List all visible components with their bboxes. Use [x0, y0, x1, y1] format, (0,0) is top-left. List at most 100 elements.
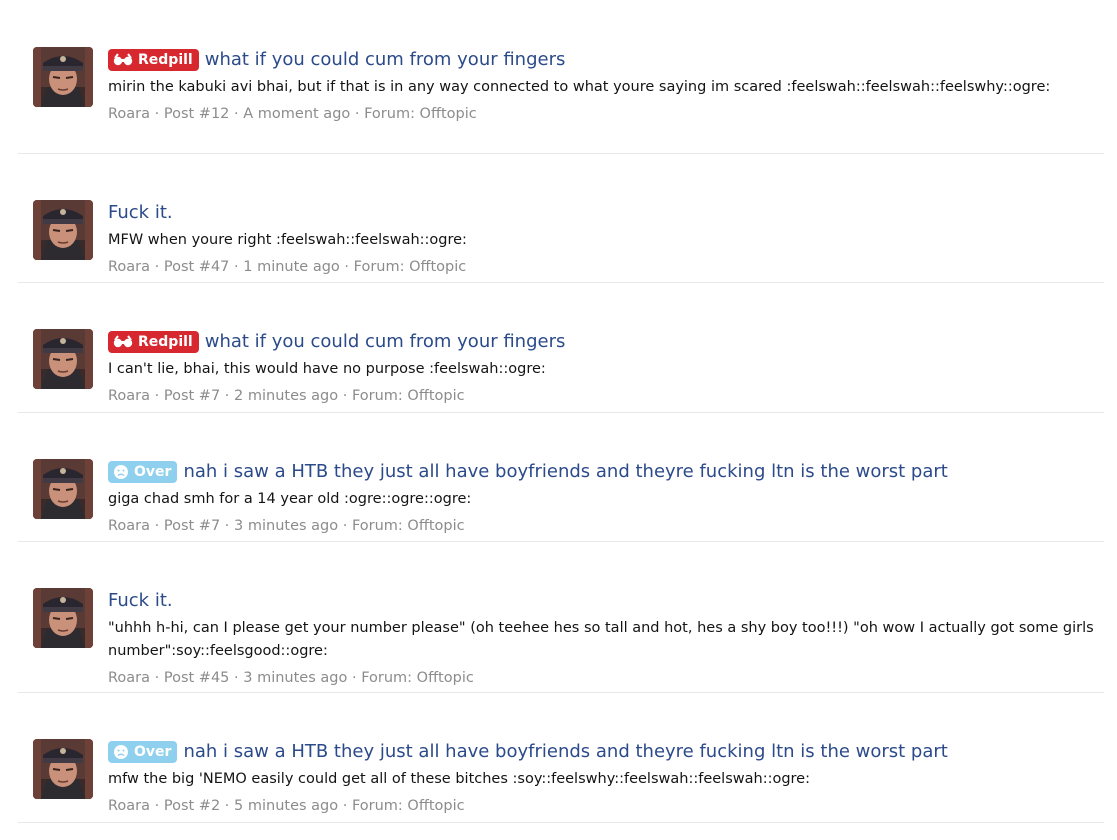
- sad-face-icon: [113, 464, 134, 480]
- post-number-link[interactable]: Post #7: [164, 518, 220, 534]
- result-title-line: Over nah i saw a HTB they just all have b…: [108, 459, 1094, 485]
- post-snippet: mfw the big 'NEMO easily could get all o…: [108, 771, 810, 787]
- search-result-item: Fuck it. "uhhh h-hi, can I please get you…: [18, 541, 1104, 693]
- avatar[interactable]: [33, 588, 93, 648]
- meta-separator: ·: [229, 106, 244, 122]
- thread-title-link[interactable]: what if you could cum from your fingers: [205, 47, 566, 73]
- search-result-item: Redpill what if you could cum from your f…: [18, 0, 1104, 154]
- result-content: Over nah i saw a HTB they just all have b…: [108, 459, 1094, 536]
- post-snippet: I can't lie, bhai, this would have no pu…: [108, 361, 546, 377]
- avatar-image: [33, 47, 93, 107]
- search-result-item: Fuck it.MFW when youre right :feelswah::…: [18, 153, 1104, 283]
- meta-separator: ·: [220, 798, 235, 814]
- result-title-line: Redpill what if you could cum from your f…: [108, 329, 1094, 355]
- glasses-icon: [113, 335, 138, 349]
- result-title-line: Over nah i saw a HTB they just all have b…: [108, 739, 1094, 765]
- meta-separator: ·: [338, 798, 352, 814]
- sad-face-icon: [113, 744, 134, 760]
- avatar[interactable]: [33, 329, 93, 389]
- prefix-badge[interactable]: Over: [108, 741, 178, 763]
- thread-title-link[interactable]: Fuck it.: [108, 200, 173, 226]
- result-meta: Roara · Post #7 · 3 minutes ago · Forum:…: [108, 516, 1094, 536]
- author-link[interactable]: Roara: [108, 670, 150, 686]
- thread-title-link[interactable]: nah i saw a HTB they just all have boyfr…: [183, 459, 947, 485]
- meta-separator: ·: [150, 518, 164, 534]
- thread-title-link[interactable]: Fuck it.: [108, 588, 173, 614]
- prefix-badge[interactable]: Over: [108, 461, 178, 483]
- forum-link[interactable]: Forum: Offtopic: [352, 798, 465, 814]
- post-snippet: "uhhh h-hi, can I please get your number…: [108, 620, 1094, 659]
- result-meta: Roara · Post #45 · 3 minutes ago · Forum…: [108, 668, 1094, 688]
- avatar[interactable]: [33, 459, 93, 519]
- meta-separator: ·: [229, 670, 244, 686]
- meta-separator: ·: [339, 259, 354, 275]
- avatar[interactable]: [33, 47, 93, 107]
- glasses-icon: [113, 53, 138, 67]
- author-link[interactable]: Roara: [108, 106, 150, 122]
- post-number-link[interactable]: Post #47: [164, 259, 230, 275]
- avatar-image: [33, 739, 93, 799]
- search-result-item: Redpill what if you could cum from your f…: [18, 282, 1104, 413]
- meta-separator: ·: [150, 388, 164, 404]
- result-content: Redpill what if you could cum from your f…: [108, 47, 1094, 124]
- meta-separator: ·: [220, 388, 235, 404]
- avatar-image: [33, 329, 93, 389]
- result-content: Over nah i saw a HTB they just all have b…: [108, 739, 1094, 816]
- meta-separator: ·: [150, 106, 164, 122]
- post-time: 3 minutes ago: [234, 518, 339, 534]
- result-meta: Roara · Post #2 · 5 minutes ago · Forum:…: [108, 796, 1094, 816]
- post-snippet: mirin the kabuki avi bhai, but if that i…: [108, 79, 1051, 95]
- result-content: Fuck it. "uhhh h-hi, can I please get you…: [108, 588, 1094, 688]
- search-result-item: Over nah i saw a HTB they just all have b…: [18, 692, 1104, 823]
- search-result-item: Over nah i saw a HTB they just all have b…: [18, 412, 1104, 542]
- meta-separator: ·: [347, 670, 362, 686]
- thread-title-link[interactable]: nah i saw a HTB they just all have boyfr…: [183, 739, 947, 765]
- prefix-badge[interactable]: Redpill: [108, 49, 199, 71]
- result-meta: Roara · Post #47 · 1 minute ago · Forum:…: [108, 257, 1094, 277]
- forum-link[interactable]: Forum: Offtopic: [361, 670, 474, 686]
- post-time: 5 minutes ago: [234, 798, 339, 814]
- meta-separator: ·: [229, 259, 244, 275]
- avatar[interactable]: [33, 200, 93, 260]
- prefix-badge-label: Over: [134, 464, 172, 480]
- meta-separator: ·: [220, 518, 235, 534]
- result-meta: Roara · Post #7 · 2 minutes ago · Forum:…: [108, 386, 1094, 406]
- post-time: 2 minutes ago: [234, 388, 339, 404]
- post-number-link[interactable]: Post #2: [164, 798, 220, 814]
- result-title-line: Fuck it.: [108, 200, 1094, 226]
- meta-separator: ·: [150, 259, 164, 275]
- avatar-image: [33, 459, 93, 519]
- result-title-line: Fuck it.: [108, 588, 1094, 614]
- post-time: 3 minutes ago: [243, 670, 348, 686]
- post-snippet: giga chad smh for a 14 year old :ogre::o…: [108, 491, 472, 507]
- post-snippet: MFW when youre right :feelswah::feelswah…: [108, 232, 467, 248]
- author-link[interactable]: Roara: [108, 798, 150, 814]
- prefix-badge-label: Redpill: [138, 334, 193, 350]
- author-link[interactable]: Roara: [108, 259, 150, 275]
- result-meta: Roara · Post #12 · A moment ago · Forum:…: [108, 104, 1094, 124]
- meta-separator: ·: [150, 798, 164, 814]
- prefix-badge-label: Redpill: [138, 52, 193, 68]
- forum-link[interactable]: Forum: Offtopic: [354, 259, 467, 275]
- author-link[interactable]: Roara: [108, 518, 150, 534]
- prefix-badge-label: Over: [134, 744, 172, 760]
- post-time: 1 minute ago: [243, 259, 340, 275]
- forum-link[interactable]: Forum: Offtopic: [352, 388, 465, 404]
- meta-separator: ·: [338, 518, 352, 534]
- post-time: A moment ago: [243, 106, 351, 122]
- thread-title-link[interactable]: what if you could cum from your fingers: [205, 329, 566, 355]
- post-number-link[interactable]: Post #12: [164, 106, 230, 122]
- avatar-image: [33, 588, 93, 648]
- result-title-line: Redpill what if you could cum from your f…: [108, 47, 1094, 73]
- meta-separator: ·: [338, 388, 352, 404]
- forum-link[interactable]: Forum: Offtopic: [352, 518, 465, 534]
- post-number-link[interactable]: Post #45: [164, 670, 230, 686]
- result-content: Fuck it.MFW when youre right :feelswah::…: [108, 200, 1094, 277]
- meta-separator: ·: [150, 670, 164, 686]
- author-link[interactable]: Roara: [108, 388, 150, 404]
- avatar-image: [33, 200, 93, 260]
- forum-link[interactable]: Forum: Offtopic: [364, 106, 477, 122]
- avatar[interactable]: [33, 739, 93, 799]
- prefix-badge[interactable]: Redpill: [108, 331, 199, 353]
- post-number-link[interactable]: Post #7: [164, 388, 220, 404]
